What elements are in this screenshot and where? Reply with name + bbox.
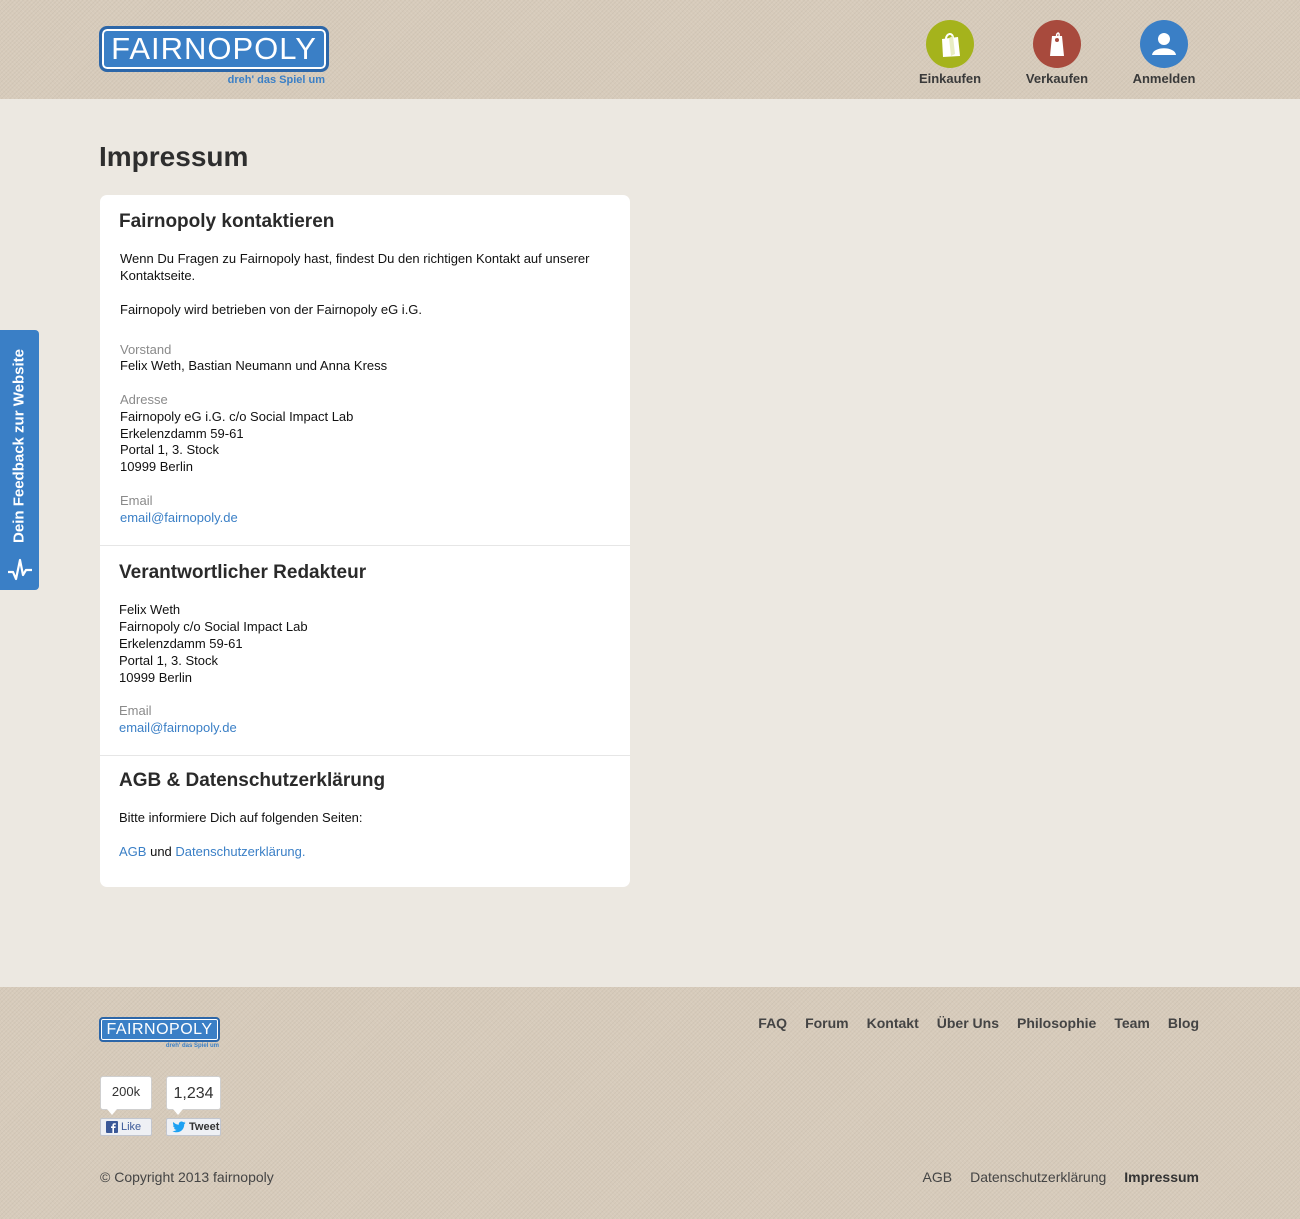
editor-email-label: Email (119, 703, 152, 718)
copyright-text: © Copyright 2013 fairnopoly (100, 1169, 274, 1185)
tweet-count: 1,234 (166, 1076, 221, 1115)
contact-intro-line2: Kontaktseite. (120, 268, 196, 283)
impressum-card: Fairnopoly kontaktieren Wenn Du Fragen z… (100, 195, 630, 887)
email-label: Email (120, 493, 153, 508)
footer-link-faq[interactable]: FAQ (758, 1015, 787, 1031)
nav-einkaufen-label: Einkaufen (918, 71, 982, 86)
editor-line: Felix Weth (119, 602, 181, 617)
nav-anmelden[interactable]: Anmelden (1119, 20, 1209, 86)
footer-link-philosophie[interactable]: Philosophie (1017, 1015, 1096, 1031)
footer: FAIRNOPOLY dreh' das Spiel um FAQ Forum … (0, 987, 1300, 1219)
page-title: Impressum (99, 141, 249, 172)
board-members: Felix Weth, Bastian Neumann und Anna Kre… (120, 358, 388, 373)
footer-link-kontakt[interactable]: Kontakt (867, 1015, 919, 1031)
board-label: Vorstand (120, 342, 172, 357)
footer-link-forum[interactable]: Forum (805, 1015, 849, 1031)
editor-title: Verantwortlicher Redakteur (119, 562, 367, 583)
editor-line: Portal 1, 3. Stock (119, 653, 218, 668)
address-line: Fairnopoly eG i.G. c/o Social Impact Lab (120, 409, 354, 424)
footer-logo-wordmark: FAIRNOPOLY (99, 1017, 220, 1042)
terms-links: AGB und Datenschutzerklärung. (119, 843, 306, 860)
user-icon (1140, 20, 1188, 68)
terms-section: AGB & Datenschutzerklärung Bitte informi… (100, 756, 630, 887)
footer-logo-tagline: dreh' das Spiel um (165, 1043, 219, 1049)
header: FAIRNOPOLY dreh' das Spiel um Einkaufen … (0, 0, 1300, 99)
footer-link-agb[interactable]: AGB (923, 1169, 953, 1185)
nav-einkaufen[interactable]: Einkaufen (905, 20, 995, 86)
facebook-icon (106, 1121, 118, 1133)
terms-period: . (301, 844, 306, 859)
nav-verkaufen[interactable]: Verkaufen (1012, 20, 1102, 86)
tweet-label: Tweet (189, 1121, 220, 1133)
tweet-button[interactable]: Tweet (166, 1118, 221, 1136)
privacy-link[interactable]: Datenschutzerklärung (175, 844, 301, 859)
facebook-like-button[interactable]: Like (100, 1118, 152, 1136)
contact-intro-line1: Wenn Du Fragen zu Fairnopoly hast, finde… (120, 251, 590, 266)
address-line: Portal 1, 3. Stock (120, 442, 219, 457)
editor-line: Fairnopoly c/o Social Impact Lab (119, 619, 308, 634)
address-line: Erkelenzdamm 59-61 (120, 426, 244, 441)
operator-text: Fairnopoly wird betrieben von der Fairno… (120, 302, 423, 317)
price-tag-icon (1033, 20, 1081, 68)
contact-email-link[interactable]: email@fairnopoly.de (120, 509, 238, 526)
footer-link-blog[interactable]: Blog (1168, 1015, 1199, 1031)
logo-tagline: dreh' das Spiel um (227, 74, 325, 86)
nav-verkaufen-label: Verkaufen (1025, 71, 1089, 86)
logo-wordmark: FAIRNOPOLY (99, 26, 329, 72)
editor-line: Erkelenzdamm 59-61 (119, 636, 243, 651)
nav-anmelden-label: Anmelden (1132, 71, 1196, 86)
contact-title: Fairnopoly kontaktieren (119, 211, 335, 232)
terms-title: AGB & Datenschutzerklärung (119, 770, 386, 791)
terms-text: Bitte informiere Dich auf folgenden Seit… (119, 810, 363, 825)
like-label: Like (121, 1121, 142, 1133)
address-line: 10999 Berlin (120, 459, 193, 474)
footer-legal-nav: AGB Datenschutzerklärung Impressum (923, 1169, 1199, 1185)
footer-link-ueber-uns[interactable]: Über Uns (937, 1015, 999, 1031)
footer-link-team[interactable]: Team (1114, 1015, 1150, 1031)
editor-line: 10999 Berlin (119, 670, 192, 685)
pulse-icon (8, 558, 32, 581)
like-count: 200k (100, 1076, 152, 1115)
contact-section: Fairnopoly kontaktieren Wenn Du Fragen z… (100, 195, 630, 545)
footer-link-impressum[interactable]: Impressum (1124, 1169, 1199, 1185)
terms-and: und (150, 844, 172, 859)
agb-link[interactable]: AGB (119, 844, 146, 859)
feedback-tab-label: Dein Feedback zur Website (10, 349, 28, 543)
footer-logo[interactable]: FAIRNOPOLY dreh' das Spiel um (99, 1017, 221, 1051)
editor-section: Verantwortlicher Redakteur Felix Weth Fa… (100, 546, 630, 755)
shopping-bag-icon (926, 20, 974, 68)
twitter-bird-icon (172, 1121, 186, 1133)
editor-email-link[interactable]: email@fairnopoly.de (119, 719, 237, 736)
fairnopoly-logo[interactable]: FAIRNOPOLY dreh' das Spiel um (99, 26, 331, 90)
footer-nav: FAQ Forum Kontakt Über Uns Philosophie T… (758, 1015, 1199, 1031)
address-label: Adresse (120, 392, 168, 407)
footer-link-datenschutz[interactable]: Datenschutzerklärung (970, 1169, 1106, 1185)
